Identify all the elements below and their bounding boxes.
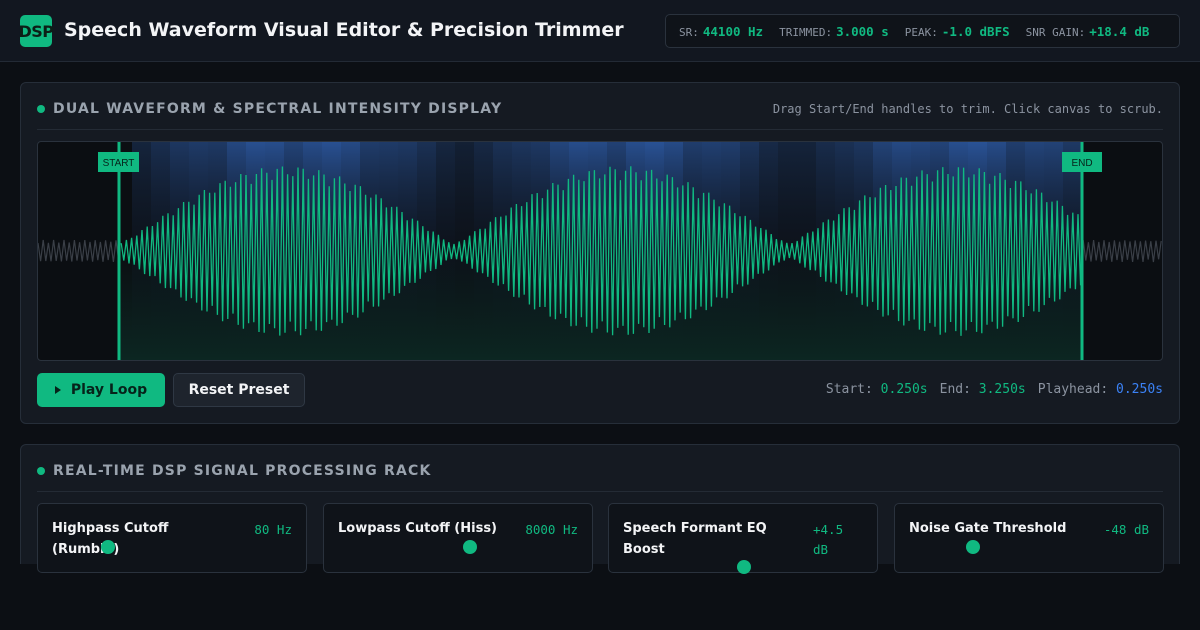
formant-eq-value: +4.5 dB — [813, 522, 844, 557]
signal-stats-bar: SR: 44100 Hz TRIMMED: 3.000 s PEAK: -1.0 dB… — [665, 14, 1180, 48]
highpass-value: 80 Hz — [254, 522, 292, 537]
formant-eq-slider-thumb[interactable] — [737, 560, 751, 574]
start-time-value: 0.250s — [880, 382, 928, 397]
waveform-panel-title: DUAL WAVEFORM & SPECTRAL INTENSITY DISPL… — [37, 101, 502, 117]
app-header: DSP Speech Waveform Visual Editor & Prec… — [0, 0, 1200, 62]
stat-trimmed: TRIMMED: 3.000 s — [779, 23, 889, 39]
dsp-panel-title: REAL-TIME DSP SIGNAL PROCESSING RACK — [37, 463, 432, 479]
start-handle-label: START — [103, 158, 135, 169]
end-handle-label: END — [1071, 158, 1092, 169]
end-time-value: 3.250s — [978, 382, 1026, 397]
waveform-svg: START END — [38, 142, 1162, 360]
playhead-value: 0.250s — [1116, 382, 1163, 397]
highpass-slider-thumb[interactable] — [101, 540, 115, 554]
stat-snr-gain: SNR GAIN: +18.4 dB — [1025, 23, 1150, 39]
status-dot-icon — [37, 105, 45, 113]
lowpass-value: 8000 Hz — [525, 522, 578, 537]
reset-preset-button[interactable]: Reset Preset — [173, 373, 305, 407]
play-loop-button[interactable]: Play Loop — [37, 373, 165, 407]
highpass-label: Highpass Cutoff (Rumble) — [52, 521, 169, 557]
stat-sample-rate: SR: 44100 Hz — [679, 23, 764, 39]
formant-eq-label: Speech Formant EQ Boost — [623, 521, 767, 557]
app-title: Speech Waveform Visual Editor & Precisio… — [64, 19, 624, 41]
status-dot-icon — [37, 467, 45, 475]
waveform-hint: Drag Start/End handles to trim. Click ca… — [772, 102, 1163, 116]
formant-eq-control-card: Speech Formant EQ Boost +4.5 dB — [608, 503, 878, 574]
trim-readout: Start: 0.250s End: 3.250s Playhead: 0.250s — [825, 382, 1163, 397]
noise-gate-value: -48 dB — [1103, 522, 1149, 537]
waveform-canvas[interactable]: START END — [37, 141, 1163, 361]
dsp-rack-panel: REAL-TIME DSP SIGNAL PROCESSING RACK Hig… — [20, 444, 1180, 574]
divider — [37, 129, 1163, 130]
noise-gate-label: Noise Gate Threshold — [909, 521, 1067, 536]
app-logo: DSP — [18, 15, 54, 47]
lowpass-label: Lowpass Cutoff (Hiss) — [338, 521, 497, 536]
divider — [37, 491, 1163, 492]
play-icon — [54, 386, 61, 394]
noise-gate-slider-thumb[interactable] — [966, 540, 980, 554]
waveform-panel: DUAL WAVEFORM & SPECTRAL INTENSITY DISPL… — [20, 82, 1180, 424]
highpass-control-card: Highpass Cutoff (Rumble) 80 Hz — [37, 503, 307, 573]
lowpass-control-card: Lowpass Cutoff (Hiss) 8000 Hz — [323, 503, 593, 573]
stat-peak: PEAK: -1.0 dBFS — [904, 23, 1010, 39]
noise-gate-control-card: Noise Gate Threshold -48 dB — [894, 503, 1164, 573]
lowpass-slider-thumb[interactable] — [463, 540, 477, 554]
